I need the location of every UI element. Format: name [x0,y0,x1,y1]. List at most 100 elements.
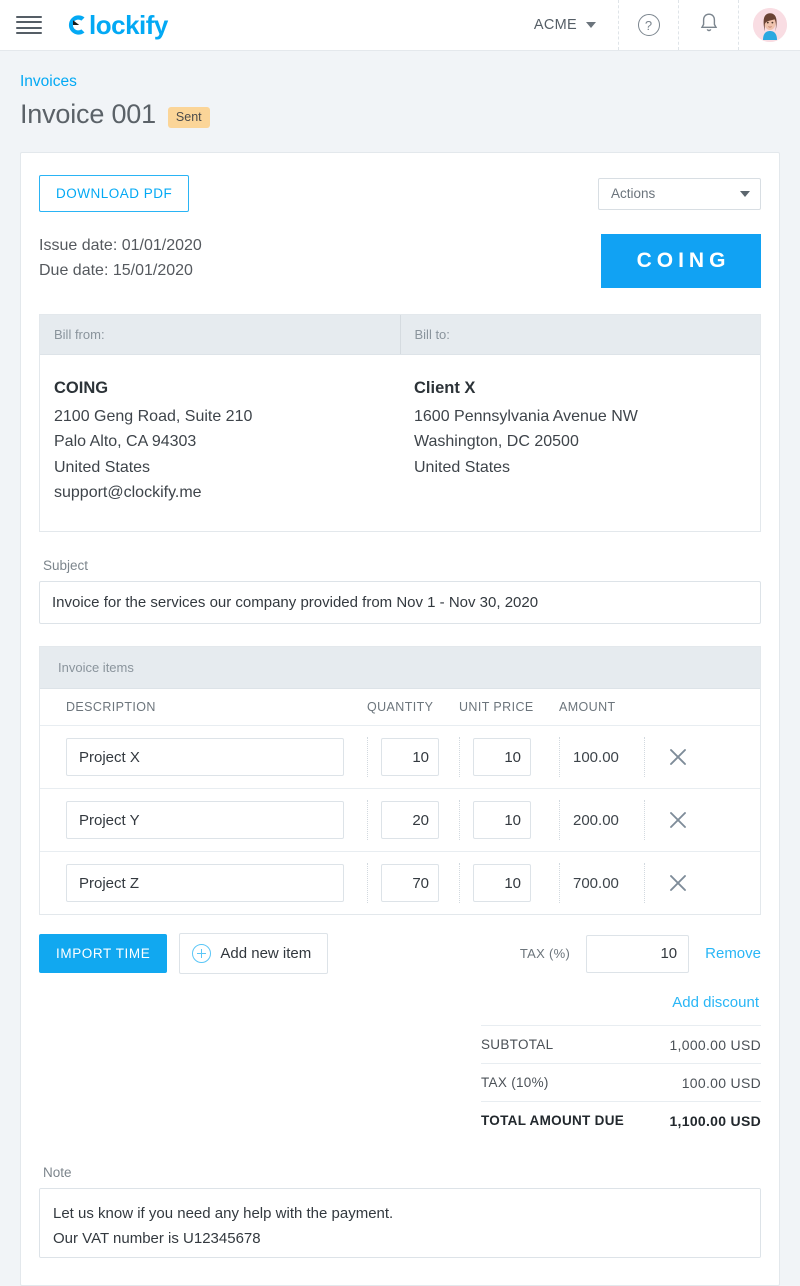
subject-label: Subject [43,558,761,573]
bill-from-line3: United States [54,455,386,480]
billing-section: Bill from: Bill to: COING 2100 Geng Road… [39,314,761,532]
item-quantity-cell [367,737,459,777]
item-unit-price-cell [459,863,559,903]
actions-dropdown[interactable]: Actions [598,178,761,210]
user-menu-button[interactable] [738,0,800,50]
card-toolbar: DOWNLOAD PDF Actions [39,153,761,212]
invoice-dates: Issue date: 01/01/2020 Due date: 15/01/2… [39,234,202,284]
totals-section: SUBTOTAL 1,000.00 USD TAX (10%) 100.00 U… [39,1025,761,1139]
title-row: Invoice 001 Sent [20,99,800,130]
table-row: 700.00 [40,852,760,914]
note-textarea[interactable] [39,1188,761,1258]
bill-to-line1: 1600 Pennsylvania Avenue NW [414,404,746,429]
remove-tax-link[interactable]: Remove [705,945,761,962]
help-button[interactable]: ? [618,0,678,50]
subtotal-row: SUBTOTAL 1,000.00 USD [481,1025,761,1063]
discount-row: Add discount [39,994,761,1011]
invoice-meta-row: Issue date: 01/01/2020 Due date: 15/01/2… [39,234,761,288]
item-amount-value: 100.00 [559,737,644,777]
item-description-cell [40,864,367,902]
clockify-logo-icon [64,12,89,38]
bill-to-line2: Washington, DC 20500 [414,429,746,454]
item-unit-price-cell [459,800,559,840]
import-time-button[interactable]: IMPORT TIME [39,934,167,973]
page-title: Invoice 001 [20,99,156,130]
item-quantity-input[interactable] [381,738,439,776]
bill-from-header: Bill from: [40,315,401,354]
item-quantity-input[interactable] [381,864,439,902]
billing-header-row: Bill from: Bill to: [40,315,760,355]
subtotal-label: SUBTOTAL [481,1037,553,1053]
total-amount-due-label: TOTAL AMOUNT DUE [481,1113,624,1129]
item-unit-price-input[interactable] [473,801,531,839]
totals-table: SUBTOTAL 1,000.00 USD TAX (10%) 100.00 U… [481,1025,761,1139]
due-date: Due date: 15/01/2020 [39,259,202,284]
item-unit-price-input[interactable] [473,864,531,902]
workspace-selector[interactable]: ACME [508,0,618,50]
item-unit-price-cell [459,737,559,777]
add-new-item-label: Add new item [220,945,311,962]
item-unit-price-input[interactable] [473,738,531,776]
tax-total-value: 100.00 USD [682,1075,761,1091]
invoice-card: DOWNLOAD PDF Actions Issue date: 01/01/2… [20,152,780,1286]
bill-from-email: support@clockify.me [54,480,386,505]
table-row: 200.00 [40,789,760,852]
plus-circle-icon [192,944,211,963]
close-x-icon[interactable] [667,872,689,894]
invoice-items-section: Invoice items DESCRIPTION QUANTITY UNIT … [39,646,761,915]
add-discount-link[interactable]: Add discount [672,994,759,1011]
bill-to-block: Client X 1600 Pennsylvania Avenue NW Was… [400,379,760,505]
invoice-items-bar-label: Invoice items [40,647,760,689]
note-label: Note [43,1165,761,1180]
close-x-icon[interactable] [667,809,689,831]
status-badge: Sent [168,107,210,128]
nav-right-group: ACME ? [508,0,800,50]
issue-date: Issue date: 01/01/2020 [39,234,202,259]
chevron-down-icon [740,191,750,197]
item-quantity-input[interactable] [381,801,439,839]
item-delete-cell [644,863,760,903]
chevron-down-icon [586,22,596,28]
item-amount-value: 200.00 [559,800,644,840]
column-header-amount: AMOUNT [559,700,644,714]
tax-total-label: TAX (10%) [481,1075,549,1091]
item-description-cell [40,801,367,839]
item-description-cell [40,738,367,776]
item-quantity-cell [367,800,459,840]
top-navigation-bar: lockify ACME ? [0,0,800,51]
invoice-items-header-row: DESCRIPTION QUANTITY UNIT PRICE AMOUNT [40,689,760,726]
column-header-unit-price: UNIT PRICE [459,700,559,714]
item-delete-cell [644,737,760,777]
page-header: Invoices Invoice 001 Sent [0,51,800,130]
column-header-quantity: QUANTITY [367,700,459,714]
notifications-button[interactable] [678,0,738,50]
close-x-icon[interactable] [667,746,689,768]
item-quantity-cell [367,863,459,903]
bill-from-name: COING [54,379,386,398]
item-description-input[interactable] [66,738,344,776]
item-description-input[interactable] [66,801,344,839]
add-new-item-button[interactable]: Add new item [179,933,328,974]
breadcrumb-invoices[interactable]: Invoices [20,73,800,91]
avatar [753,8,787,42]
clockify-logo[interactable]: lockify [64,10,168,41]
column-header-description: DESCRIPTION [40,700,367,714]
subtotal-value: 1,000.00 USD [669,1037,761,1053]
item-description-input[interactable] [66,864,344,902]
hamburger-menu-icon[interactable] [16,16,42,34]
items-actions-row: IMPORT TIME Add new item TAX (%) Remove [39,933,761,974]
workspace-name: ACME [534,17,577,33]
total-amount-due-row: TOTAL AMOUNT DUE 1,100.00 USD [481,1101,761,1139]
download-pdf-button[interactable]: DOWNLOAD PDF [39,175,189,212]
notifications-bell-icon [699,12,719,39]
tax-input[interactable] [586,935,689,973]
subject-input[interactable] [39,581,761,624]
tax-label: TAX (%) [520,946,570,961]
tax-row: TAX (10%) 100.00 USD [481,1063,761,1101]
bill-to-line3: United States [414,455,746,480]
total-amount-due-value: 1,100.00 USD [669,1113,761,1129]
item-delete-cell [644,800,760,840]
billing-body-row: COING 2100 Geng Road, Suite 210 Palo Alt… [40,355,760,531]
tax-group: TAX (%) Remove [520,935,761,973]
clockify-logo-text: lockify [89,10,168,41]
